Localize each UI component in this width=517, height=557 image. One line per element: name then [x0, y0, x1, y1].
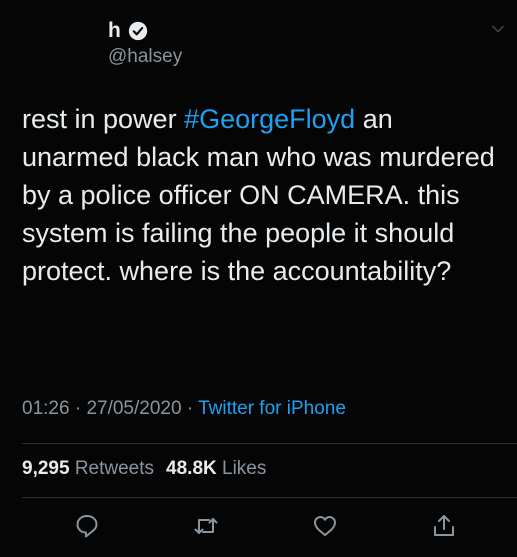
retweet-icon[interactable] — [192, 512, 220, 540]
share-icon[interactable] — [430, 512, 458, 540]
tweet-card: h @halsey rest in power #GeorgeFloyd an … — [0, 0, 517, 557]
avatar[interactable] — [0, 0, 96, 80]
tweet-text-before: rest in power — [22, 104, 185, 134]
meta-separator: · — [69, 398, 87, 419]
retweets-label[interactable]: Retweets — [70, 458, 154, 479]
reply-icon[interactable] — [73, 512, 101, 540]
divider-top — [22, 443, 517, 444]
retweets-count[interactable]: 9,295 — [22, 458, 70, 479]
tweet-stats: 9,295 Retweets 48.8K Likes — [22, 458, 266, 480]
verified-badge-icon — [128, 21, 148, 41]
tweet-actions — [0, 512, 517, 542]
likes-count[interactable]: 48.8K — [166, 458, 217, 479]
meta-separator-2: · — [181, 398, 199, 419]
author-name-row[interactable]: h — [108, 18, 148, 44]
divider-bottom — [22, 497, 517, 498]
tweet-source-link[interactable]: Twitter for iPhone — [198, 398, 346, 419]
hashtag-link[interactable]: #GeorgeFloyd — [184, 104, 355, 134]
user-handle[interactable]: @halsey — [108, 46, 182, 68]
tweet-text: rest in power #GeorgeFloyd an unarmed bl… — [22, 100, 502, 290]
heart-icon[interactable] — [311, 512, 339, 540]
likes-label[interactable]: Likes — [217, 458, 266, 479]
chevron-down-icon[interactable] — [491, 22, 505, 36]
display-name[interactable]: h — [108, 19, 121, 43]
tweet-time[interactable]: 01:26 — [22, 398, 70, 419]
tweet-date[interactable]: 27/05/2020 — [86, 398, 181, 419]
tweet-meta: 01:26 · 27/05/2020 · Twitter for iPhone — [22, 398, 346, 420]
